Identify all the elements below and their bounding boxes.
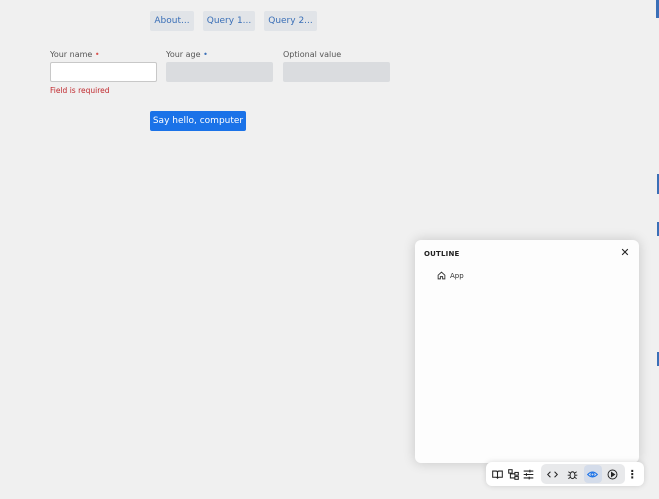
outline-panel: OUTLINE ✕ App <box>415 240 639 463</box>
inspect-button[interactable] <box>583 465 602 483</box>
play-button[interactable] <box>604 465 622 483</box>
settings-sliders-button[interactable] <box>522 465 536 483</box>
optional-label: Optional value <box>283 50 342 59</box>
name-required-marker: • <box>94 50 100 59</box>
code-icon <box>547 470 558 478</box>
about-button[interactable]: About... <box>150 11 194 31</box>
outline-item-app[interactable]: App <box>437 271 464 280</box>
age-label-text: Your age <box>166 50 201 59</box>
name-label: Your name • <box>50 50 100 59</box>
more-vertical-icon[interactable]: ⋮ <box>626 465 640 483</box>
age-required-marker: • <box>203 50 208 59</box>
query-1-button[interactable]: Query 1... <box>203 11 255 31</box>
query-2-button[interactable]: Query 2... <box>264 11 317 31</box>
toolbar-group <box>540 464 625 484</box>
close-icon[interactable]: ✕ <box>620 247 630 258</box>
component-tree-icon <box>507 468 519 480</box>
optional-input[interactable] <box>283 62 390 82</box>
outline-item-label: App <box>450 271 464 280</box>
debug-button[interactable] <box>564 465 582 483</box>
age-label: Your age • <box>166 50 208 59</box>
bug-icon <box>567 470 578 479</box>
sliders-icon <box>523 469 534 479</box>
say-hello-button[interactable]: Say hello, computer <box>150 111 246 131</box>
name-input[interactable] <box>50 62 157 82</box>
age-input[interactable] <box>166 62 273 82</box>
outline-title: OUTLINE <box>424 250 460 258</box>
book-icon <box>492 470 504 479</box>
code-button[interactable] <box>544 465 562 483</box>
play-icon <box>607 469 618 479</box>
home-icon <box>437 271 446 280</box>
name-label-text: Your name <box>50 50 93 59</box>
devtools-toolbar: ⋮ <box>486 462 644 486</box>
book-button[interactable] <box>491 465 505 483</box>
eye-icon <box>587 471 598 477</box>
component-tree-button[interactable] <box>507 465 521 483</box>
name-error-message: Field is required <box>50 86 110 95</box>
